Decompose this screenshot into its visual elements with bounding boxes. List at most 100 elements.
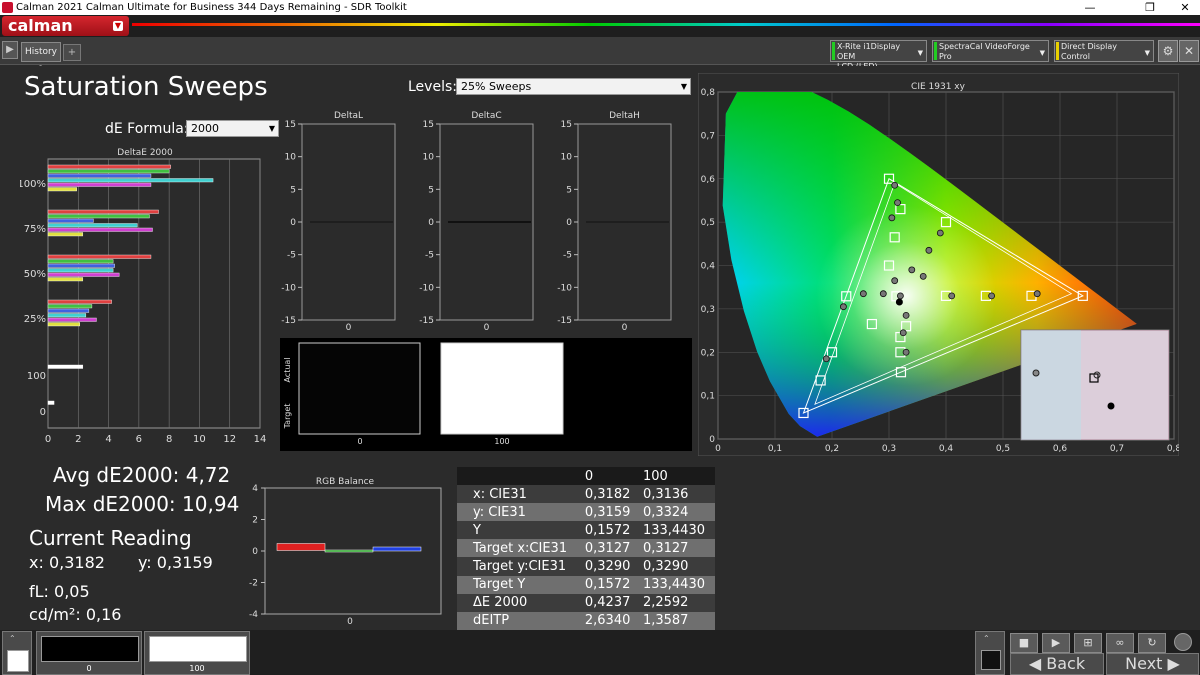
chevron-down-icon: ▼ xyxy=(680,82,687,91)
table-row: Target Y 0,1572 133,4430 xyxy=(457,575,715,594)
de-formula-label: dE Formula: xyxy=(105,121,189,137)
swatch-100 xyxy=(440,342,564,435)
readings-table: 0 100 x: CIE31 0,3182 0,3136 y: CIE31 0,3159 0,… xyxy=(457,467,715,630)
next-arrow-icon: ▶ xyxy=(1162,654,1180,673)
device-label-line1: SpectraCal VideoForge Pro xyxy=(939,42,1030,61)
deltae-bar xyxy=(47,313,87,318)
cie-y-tick: 0,2 xyxy=(701,348,715,358)
delta-y-tick: 0 xyxy=(566,218,572,228)
stop-toggle[interactable]: ⌃ xyxy=(975,631,1005,675)
deltae-bar xyxy=(47,164,171,169)
play-icon[interactable]: ▶ xyxy=(2,41,18,59)
table-cell: 2,2592 xyxy=(638,593,715,612)
chevron-down-icon: ▼ xyxy=(1039,49,1045,57)
delta-y-tick: -5 xyxy=(425,251,434,261)
deltae-group-label: 100 xyxy=(27,371,46,382)
table-row-label: Target Y xyxy=(457,575,581,594)
swatch-0 xyxy=(298,342,421,435)
actual-label: Actual xyxy=(283,357,292,382)
table-cell: 133,4430 xyxy=(638,521,715,540)
deltae-bar xyxy=(47,299,112,304)
delta-y-tick: 10 xyxy=(285,153,297,163)
cie-measure-point xyxy=(919,272,927,280)
chevron-down-icon: ▼ xyxy=(917,49,923,57)
delta-y-tick: 5 xyxy=(290,185,296,195)
cie-measure-point xyxy=(1033,290,1041,298)
table-row-label: x: CIE31 xyxy=(457,485,581,504)
delta-y-tick: -15 xyxy=(419,316,434,326)
deltae-bar xyxy=(47,214,150,219)
chevron-up-icon: ⌃ xyxy=(983,634,990,643)
loop-icon[interactable]: ∞ xyxy=(1106,633,1134,653)
delta-y-tick: 10 xyxy=(423,153,435,163)
de-formula-select[interactable]: 2000 ▼ xyxy=(186,120,279,137)
delta-x-label: 0 xyxy=(346,323,352,333)
table-row-label: dEITP xyxy=(457,611,581,630)
deltae-bar xyxy=(47,227,153,232)
deltae-bar xyxy=(47,263,115,268)
deltae-bar xyxy=(47,308,90,313)
rgb-y-tick: -2 xyxy=(249,579,258,589)
generator-device-selector[interactable]: SpectraCal VideoForge Pro ▼ xyxy=(932,40,1049,62)
read-series-icon[interactable]: ⊞ xyxy=(1074,633,1102,653)
deltae-x-tick: 0 xyxy=(45,434,51,445)
deltae-bar xyxy=(47,259,114,264)
patch-100[interactable]: 100 xyxy=(144,631,250,675)
device-label-line1: Direct Display Control xyxy=(1061,42,1117,61)
cie-y-tick: 0,3 xyxy=(701,305,715,315)
levels-select[interactable]: 25% Sweeps ▼ xyxy=(456,78,691,95)
status-led-icon xyxy=(832,42,835,60)
table-row: Target x:CIE31 0,3127 0,3127 xyxy=(457,539,715,558)
display-device-selector[interactable]: Direct Display Control ▼ xyxy=(1054,40,1154,62)
table-row-label: y: CIE31 xyxy=(457,503,581,522)
deltae-chart-title: DeltaE 2000 xyxy=(117,148,173,158)
cie-measure-point xyxy=(839,303,847,311)
refresh-icon[interactable]: ↻ xyxy=(1138,633,1166,653)
delta-charts: DeltaL 15 10 5 0 -5 -10 -15 0 DeltaC 15 10 5 0 -5 -10 -1… xyxy=(281,111,672,333)
meter-device-selector[interactable]: X-Rite i1Display OEM LCD (LED) ▼ xyxy=(830,40,927,71)
deltae-x-tick: 8 xyxy=(166,434,172,445)
add-tab-button[interactable]: + xyxy=(63,44,81,61)
delta-y-tick: 15 xyxy=(561,120,572,130)
tab-history-1[interactable]: History 1 xyxy=(21,42,61,75)
next-button[interactable]: Next ▶ xyxy=(1106,653,1199,675)
swatch-toggle[interactable]: ⌃ xyxy=(2,631,32,675)
current-reading-title: Current Reading xyxy=(29,526,192,550)
back-button[interactable]: ◀ Back xyxy=(1010,653,1104,675)
close-icon[interactable]: ✕ xyxy=(1179,40,1199,62)
table-cell: 2,6340 xyxy=(580,611,639,630)
deltae-bar xyxy=(47,268,114,273)
rgb-y-tick: -4 xyxy=(249,610,258,620)
minimize-button[interactable]: — xyxy=(1075,0,1105,15)
table-cell: 0,1572 xyxy=(580,521,639,540)
play-icon[interactable]: ▶ xyxy=(1042,633,1070,653)
current-y: y: 0,3159 xyxy=(138,553,213,572)
delta-y-tick: -10 xyxy=(557,283,572,293)
levels-label: Levels: xyxy=(408,79,457,95)
maximize-button[interactable]: ❐ xyxy=(1135,0,1165,15)
back-label: Back xyxy=(1046,654,1086,673)
current-fl: fL: 0,05 xyxy=(29,582,90,601)
cie-current-point xyxy=(895,298,903,306)
cie-measure-point xyxy=(896,292,904,300)
deltae-bar-chart: DeltaE 2000 100% 75% 50% 25% 100 0 0 2 4 6 8 10 12 1… xyxy=(20,148,266,445)
deltae-bar xyxy=(47,173,152,178)
status-led-icon xyxy=(1056,42,1059,60)
stop-icon[interactable]: ■ xyxy=(1010,633,1038,653)
device-label-line1: X-Rite i1Display OEM xyxy=(837,42,901,61)
close-button[interactable]: ✕ xyxy=(1170,0,1200,15)
cie-measure-point xyxy=(822,355,830,363)
table-cell: 0,1572 xyxy=(580,575,639,594)
max-de: Max dE2000: 10,94 xyxy=(45,492,240,516)
table-row-label: Target x:CIE31 xyxy=(457,539,581,558)
calman-menu-button[interactable]: calman ▼ xyxy=(2,16,129,36)
deltae-bar xyxy=(47,322,80,327)
gear-icon[interactable]: ⚙ xyxy=(1158,40,1178,62)
cie-y-tick: 0,6 xyxy=(701,175,716,185)
cie-x-tick: 0 xyxy=(715,444,721,454)
chevron-down-icon: ▼ xyxy=(113,21,123,31)
patch-color xyxy=(149,636,247,662)
delta-chart-title: DeltaL xyxy=(334,111,363,121)
rgb-balance-title: RGB Balance xyxy=(316,477,375,487)
patch-0[interactable]: 0 xyxy=(36,631,142,675)
